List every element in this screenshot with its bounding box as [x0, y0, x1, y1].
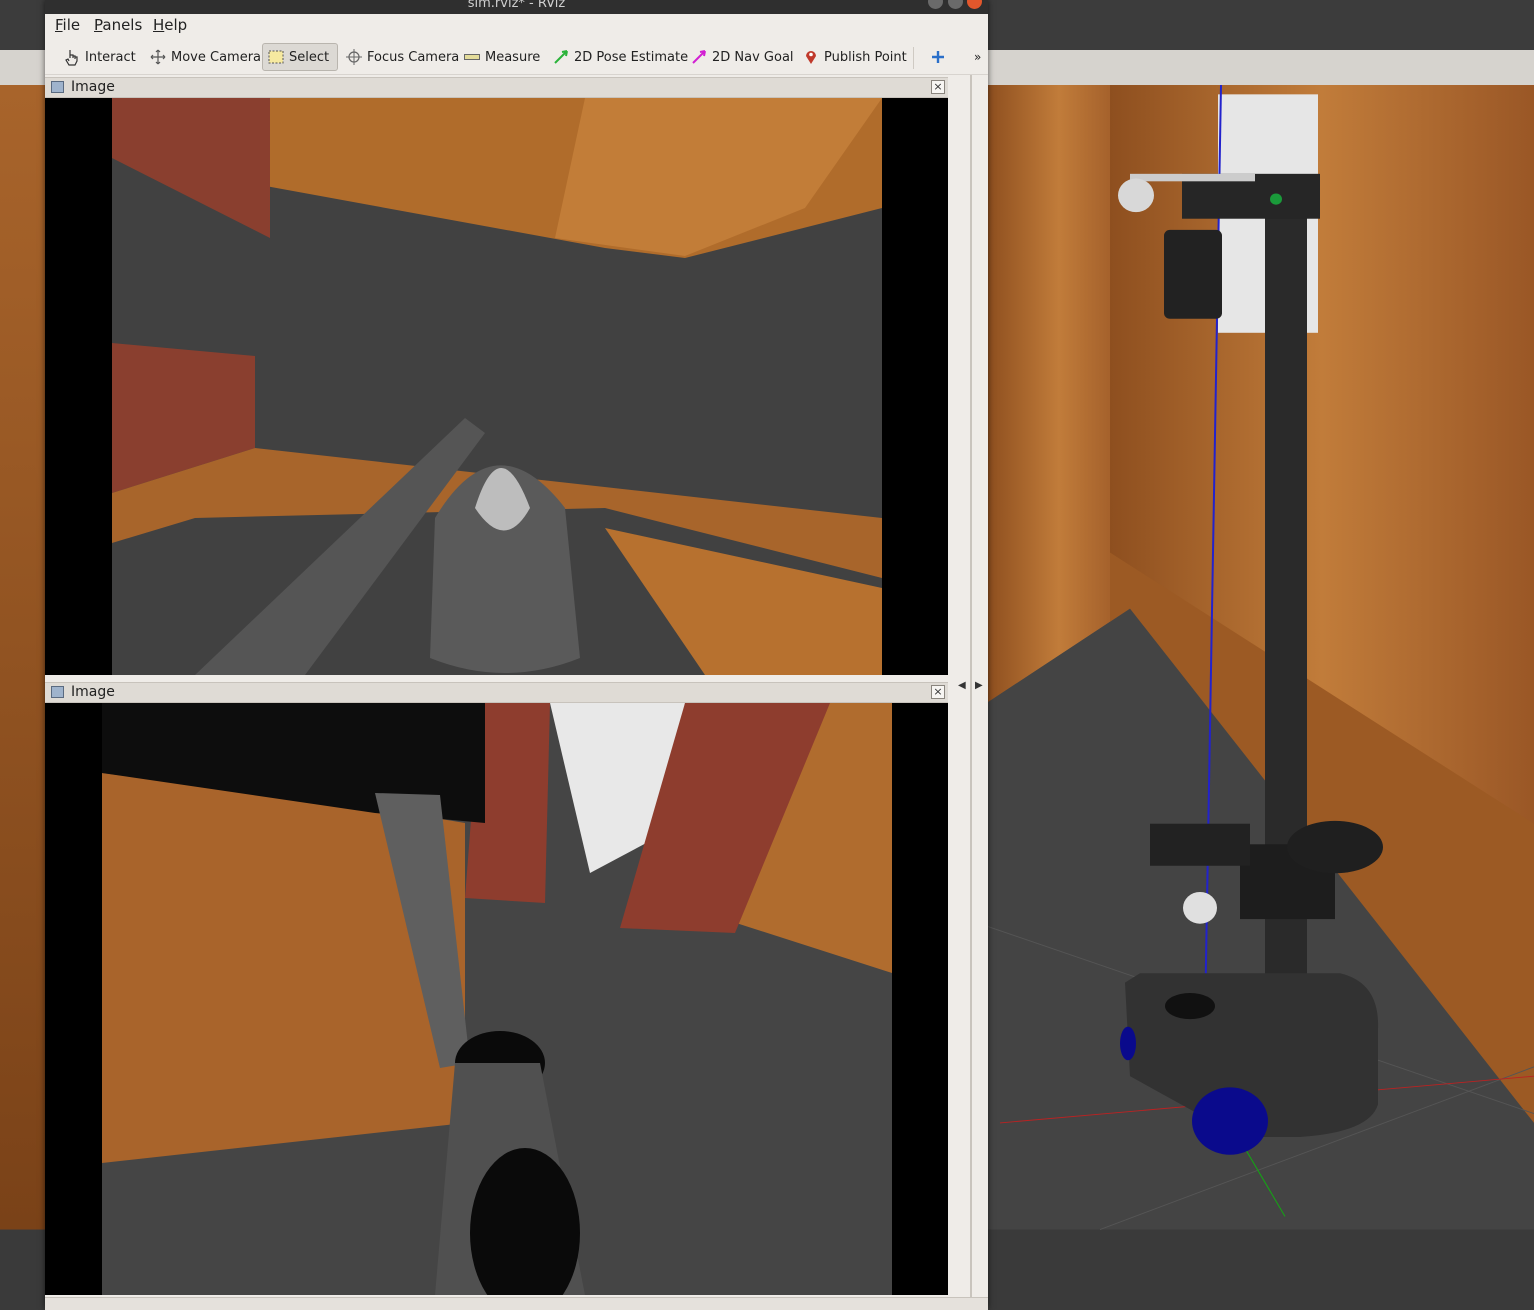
head-arm — [1130, 173, 1255, 182]
close-window-button[interactable] — [967, 0, 982, 9]
image-icon — [51, 81, 64, 93]
2d-pose-estimate-tool-button[interactable]: 2D Pose Estimate — [548, 43, 692, 71]
interact-tool-button[interactable]: Interact — [59, 43, 140, 71]
letterbox-left — [45, 703, 102, 1295]
left-wood-wall — [0, 85, 46, 1230]
camera-image-1 — [45, 98, 948, 675]
collapse-right-icon[interactable]: ▶ — [975, 680, 983, 691]
title-bar: sim.rviz* - RViz — [45, 0, 988, 14]
camera-image-view-1[interactable] — [45, 98, 948, 675]
toolbar-overflow-button[interactable]: » — [970, 43, 985, 71]
bottom-panel-strip — [45, 1297, 988, 1310]
map-pin-icon — [802, 48, 820, 66]
robot-wheel-rear — [1120, 1026, 1136, 1061]
menu-help-label: elp — [164, 16, 188, 34]
add-tool-button[interactable] — [925, 43, 955, 71]
double-chevron-right-icon: » — [974, 50, 982, 64]
hand-pointer-icon — [63, 48, 81, 66]
measure-label: Measure — [485, 49, 541, 65]
maximize-button[interactable] — [948, 0, 963, 9]
image-panel-1-header[interactable]: Image × — [45, 77, 948, 98]
ruler-icon — [463, 48, 481, 66]
wood-wall-left — [988, 85, 1130, 703]
menu-panels-label: anels — [102, 16, 143, 34]
menu-help[interactable]: Help — [153, 16, 187, 34]
menu-bar: File Panels Help — [45, 14, 988, 38]
menu-help-mnemonic: H — [153, 16, 165, 34]
head-sphere — [1118, 178, 1154, 213]
publish-point-label: Publish Point — [824, 49, 907, 65]
2d-pose-estimate-label: 2D Pose Estimate — [574, 49, 689, 65]
letterbox-left — [45, 98, 112, 675]
head-led — [1270, 193, 1282, 205]
head-camera — [1164, 229, 1222, 319]
collapse-left-icon[interactable]: ◀ — [958, 680, 966, 691]
focus-camera-tool-button[interactable]: Focus Camera — [341, 43, 463, 71]
menu-file[interactable]: File — [55, 16, 80, 34]
camera-image-2 — [45, 703, 948, 1295]
move-camera-icon — [149, 48, 167, 66]
plus-icon — [929, 48, 947, 66]
letterbox-right — [882, 98, 948, 675]
magenta-arrow-icon — [690, 48, 708, 66]
menu-panels[interactable]: Panels — [94, 16, 142, 34]
tool-bar: Interact Move Camera Select Focus Camera… — [45, 40, 988, 75]
image-icon — [51, 686, 64, 698]
letterbox-right — [892, 703, 948, 1295]
measure-tool-button[interactable]: Measure — [459, 43, 544, 71]
image-panel-2-header[interactable]: Image × — [45, 682, 948, 703]
close-panel-1-button[interactable]: × — [931, 80, 945, 94]
green-arrow-icon — [552, 48, 570, 66]
robot-wheel — [1192, 1087, 1268, 1155]
select-box-icon — [267, 48, 285, 66]
menu-file-label: ile — [62, 16, 81, 34]
crosshair-icon — [345, 48, 363, 66]
move-camera-label: Move Camera — [171, 49, 262, 65]
dock-splitter[interactable] — [970, 75, 972, 1297]
menu-file-mnemonic: F — [55, 16, 63, 34]
arm-assembly — [1150, 823, 1250, 866]
publish-point-tool-button[interactable]: Publish Point — [798, 43, 911, 71]
2d-nav-goal-label: 2D Nav Goal — [712, 49, 794, 65]
select-tool-button[interactable]: Select — [262, 43, 338, 71]
rviz-window: sim.rviz* - RViz File Panels Help Intera… — [45, 0, 988, 1310]
focus-camera-label: Focus Camera — [367, 49, 460, 65]
interact-label: Interact — [85, 49, 136, 65]
lift-motor — [1287, 820, 1383, 874]
image-panel-1-title: Image — [71, 79, 115, 95]
2d-nav-goal-tool-button[interactable]: 2D Nav Goal — [686, 43, 798, 71]
window-title: sim.rviz* - RViz — [467, 0, 566, 11]
move-camera-tool-button[interactable]: Move Camera — [145, 43, 265, 71]
toolbar-separator — [913, 47, 914, 69]
close-panel-2-button[interactable]: × — [931, 685, 945, 699]
select-label: Select — [289, 49, 330, 65]
camera-image-view-2[interactable] — [45, 703, 948, 1295]
base-cylinder — [1165, 992, 1215, 1020]
gripper-sphere — [1183, 891, 1217, 924]
minimize-button[interactable] — [928, 0, 943, 9]
image-panel-2-title: Image — [71, 684, 115, 700]
